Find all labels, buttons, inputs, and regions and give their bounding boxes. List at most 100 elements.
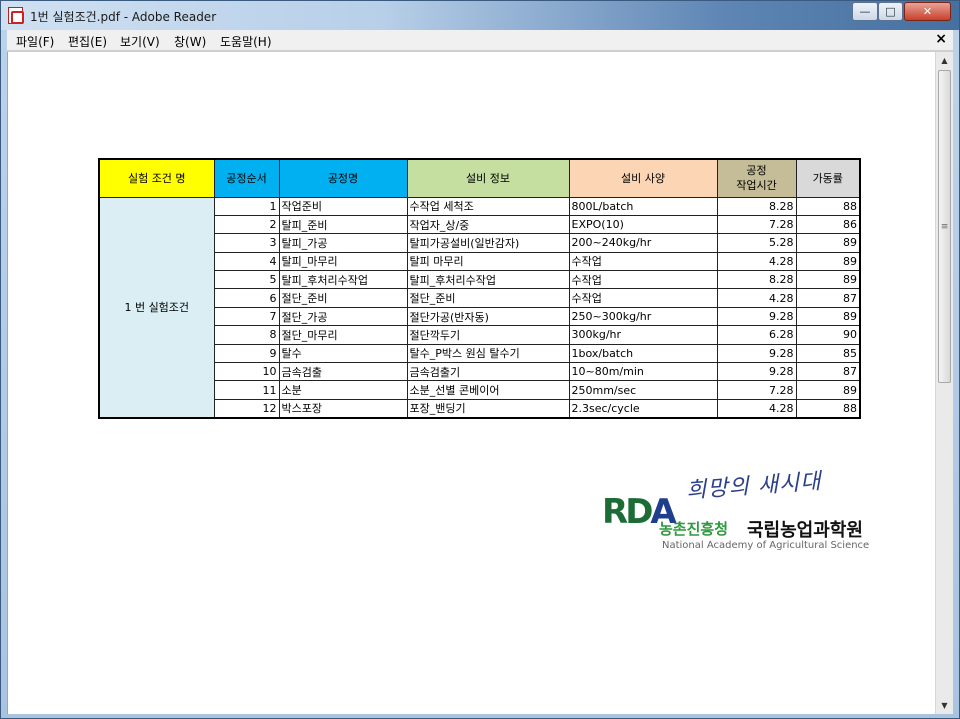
order-cell: 7 [213, 306, 280, 327]
time-cell: 5.28 [716, 233, 797, 253]
process-table: 실험 조건 명 공정순서 공정명 설비 정보 설비 사양 공정 작업시간 가동률 … [98, 158, 861, 419]
header-rate: 가동률 [795, 158, 861, 198]
equipment-cell: 탈피_후처리수작업 [406, 270, 570, 290]
close-button[interactable]: ✕ [904, 2, 951, 21]
order-cell: 12 [213, 398, 280, 419]
order-cell: 2 [213, 214, 280, 235]
process-cell: 탈피_후처리수작업 [278, 270, 408, 290]
process-cell: 박스포장 [278, 398, 408, 419]
header-time-line2: 작업시간 [736, 179, 777, 193]
time-cell: 9.28 [716, 362, 797, 382]
scroll-up-icon[interactable]: ▲ [936, 52, 953, 69]
header-spec: 설비 사양 [568, 158, 718, 198]
rate-cell: 89 [795, 306, 861, 327]
order-cell: 5 [213, 270, 280, 290]
process-cell: 절단_가공 [278, 306, 408, 327]
table-row: 1 번 실험조건 1 작업준비 수작업 세척조 800L/batch 8.28 88 [98, 196, 861, 419]
table-body: 1 번 실험조건 1 작업준비 수작업 세척조 800L/batch 8.28 88 2 탈피_… [98, 196, 861, 419]
menu-help[interactable]: 도움말(H) [220, 33, 272, 50]
process-cell: 탈피_가공 [278, 233, 408, 253]
header-time: 공정 작업시간 [716, 158, 797, 198]
time-cell: 4.28 [716, 288, 797, 308]
spec-cell: 수작업 [568, 251, 718, 272]
document-view[interactable]: 실험 조건 명 공정순서 공정명 설비 정보 설비 사양 공정 작업시간 가동률 … [7, 52, 936, 714]
equipment-cell: 절단깍두기 [406, 325, 570, 345]
logo-org-rda: 농촌진흥청 [659, 520, 729, 538]
rate-cell: 89 [795, 251, 861, 272]
table-row: 12 박스포장 포장_밴딩기 2.3sec/cycle 4.28 88 [99, 398, 861, 419]
equipment-cell: 금속검출기 [406, 362, 570, 382]
close-document-button[interactable]: × [935, 31, 947, 47]
table-row: 10 금속검출 금속검출기 10~80m/min 9.28 87 [99, 362, 861, 382]
order-cell: 3 [213, 233, 280, 253]
table-row: 5 탈피_후처리수작업 탈피_후처리수작업 수작업 8.28 89 [99, 270, 861, 290]
time-cell: 8.28 [716, 196, 797, 216]
logo-org-english: National Academy of Agricultural Science [662, 540, 870, 551]
order-cell: 8 [213, 325, 280, 345]
rate-cell: 87 [795, 288, 861, 308]
spec-cell: 250~300kg/hr [568, 306, 718, 327]
menu-window[interactable]: 창(W) [174, 33, 206, 50]
spec-cell: 250mm/sec [568, 380, 718, 400]
time-cell: 6.28 [716, 325, 797, 345]
order-cell: 11 [213, 380, 280, 400]
spec-cell: EXPO(10) [568, 214, 718, 235]
rate-cell: 90 [795, 325, 861, 345]
time-cell: 9.28 [716, 306, 797, 327]
process-cell: 탈피_마무리 [278, 251, 408, 272]
minimize-button[interactable]: — [852, 2, 878, 21]
time-cell: 7.28 [716, 380, 797, 400]
app-window: 1번 실험조건.pdf - Adobe Reader — □ ✕ 파일(F) 편… [0, 0, 960, 719]
equipment-cell: 절단_준비 [406, 288, 570, 308]
equipment-cell: 탈피가공설비(일반감자) [406, 233, 570, 253]
time-cell: 7.28 [716, 214, 797, 235]
spec-cell: 10~80m/min [568, 362, 718, 382]
order-cell: 10 [213, 362, 280, 382]
vertical-scrollbar[interactable]: ▲ ≡ ▼ [935, 52, 953, 714]
rda-mark-r: R [602, 492, 628, 532]
menu-bar: 파일(F) 편집(E) 보기(V) 창(W) 도움말(H) × [7, 30, 953, 51]
window-title: 1번 실험조건.pdf - Adobe Reader [30, 10, 217, 24]
adobe-reader-icon [8, 7, 24, 24]
rate-cell: 86 [795, 214, 861, 235]
process-cell: 금속검출 [278, 362, 408, 382]
order-cell: 1 [213, 196, 280, 216]
order-cell: 6 [213, 288, 280, 308]
rate-cell: 89 [795, 380, 861, 400]
table-row: 2 탈피_준비 작업자_상/중 EXPO(10) 7.28 86 [99, 214, 861, 235]
scroll-down-icon[interactable]: ▼ [936, 697, 953, 714]
equipment-cell: 수작업 세척조 [406, 196, 570, 216]
order-cell: 9 [213, 343, 280, 364]
equipment-cell: 포장_밴딩기 [406, 398, 570, 419]
menu-edit[interactable]: 편집(E) [68, 33, 107, 50]
header-condition: 실험 조건 명 [98, 158, 215, 198]
table-header-row: 실험 조건 명 공정순서 공정명 설비 정보 설비 사양 공정 작업시간 가동률 [98, 158, 861, 198]
process-cell: 절단_준비 [278, 288, 408, 308]
rate-cell: 88 [795, 196, 861, 216]
menu-view[interactable]: 보기(V) [120, 33, 160, 50]
logo-slogan: 희망의 새시대 [685, 469, 823, 504]
header-process: 공정명 [278, 158, 408, 198]
rate-cell: 85 [795, 343, 861, 364]
table-row: 11 소분 소분_선별 콘베이어 250mm/sec 7.28 89 [99, 380, 861, 400]
spec-cell: 수작업 [568, 270, 718, 290]
rda-logo: 희망의 새시대 RDA 농촌진흥청 국립농업과학원 National Acade… [602, 468, 872, 558]
table-row: 6 절단_준비 절단_준비 수작업 4.28 87 [99, 288, 861, 308]
rate-cell: 88 [795, 398, 861, 419]
spec-cell: 200~240kg/hr [568, 233, 718, 253]
maximize-button[interactable]: □ [878, 2, 903, 21]
table-row: 9 탈수 탈수_P박스 원심 탈수기 1box/batch 9.28 85 [99, 343, 861, 364]
process-cell: 탈수 [278, 343, 408, 364]
spec-cell: 800L/batch [568, 196, 718, 216]
logo-org-name: 국립농업과학원 [747, 520, 863, 541]
equipment-cell: 탈수_P박스 원심 탈수기 [406, 343, 570, 364]
menu-file[interactable]: 파일(F) [16, 33, 54, 50]
rate-cell: 87 [795, 362, 861, 382]
title-bar[interactable]: 1번 실험조건.pdf - Adobe Reader — □ ✕ [1, 1, 959, 30]
rate-cell: 89 [795, 233, 861, 253]
table-row: 3 탈피_가공 탈피가공설비(일반감자) 200~240kg/hr 5.28 89 [99, 233, 861, 253]
scroll-grip-icon: ≡ [940, 222, 949, 232]
spec-cell: 2.3sec/cycle [568, 398, 718, 419]
spec-cell: 수작업 [568, 288, 718, 308]
spec-cell: 300kg/hr [568, 325, 718, 345]
